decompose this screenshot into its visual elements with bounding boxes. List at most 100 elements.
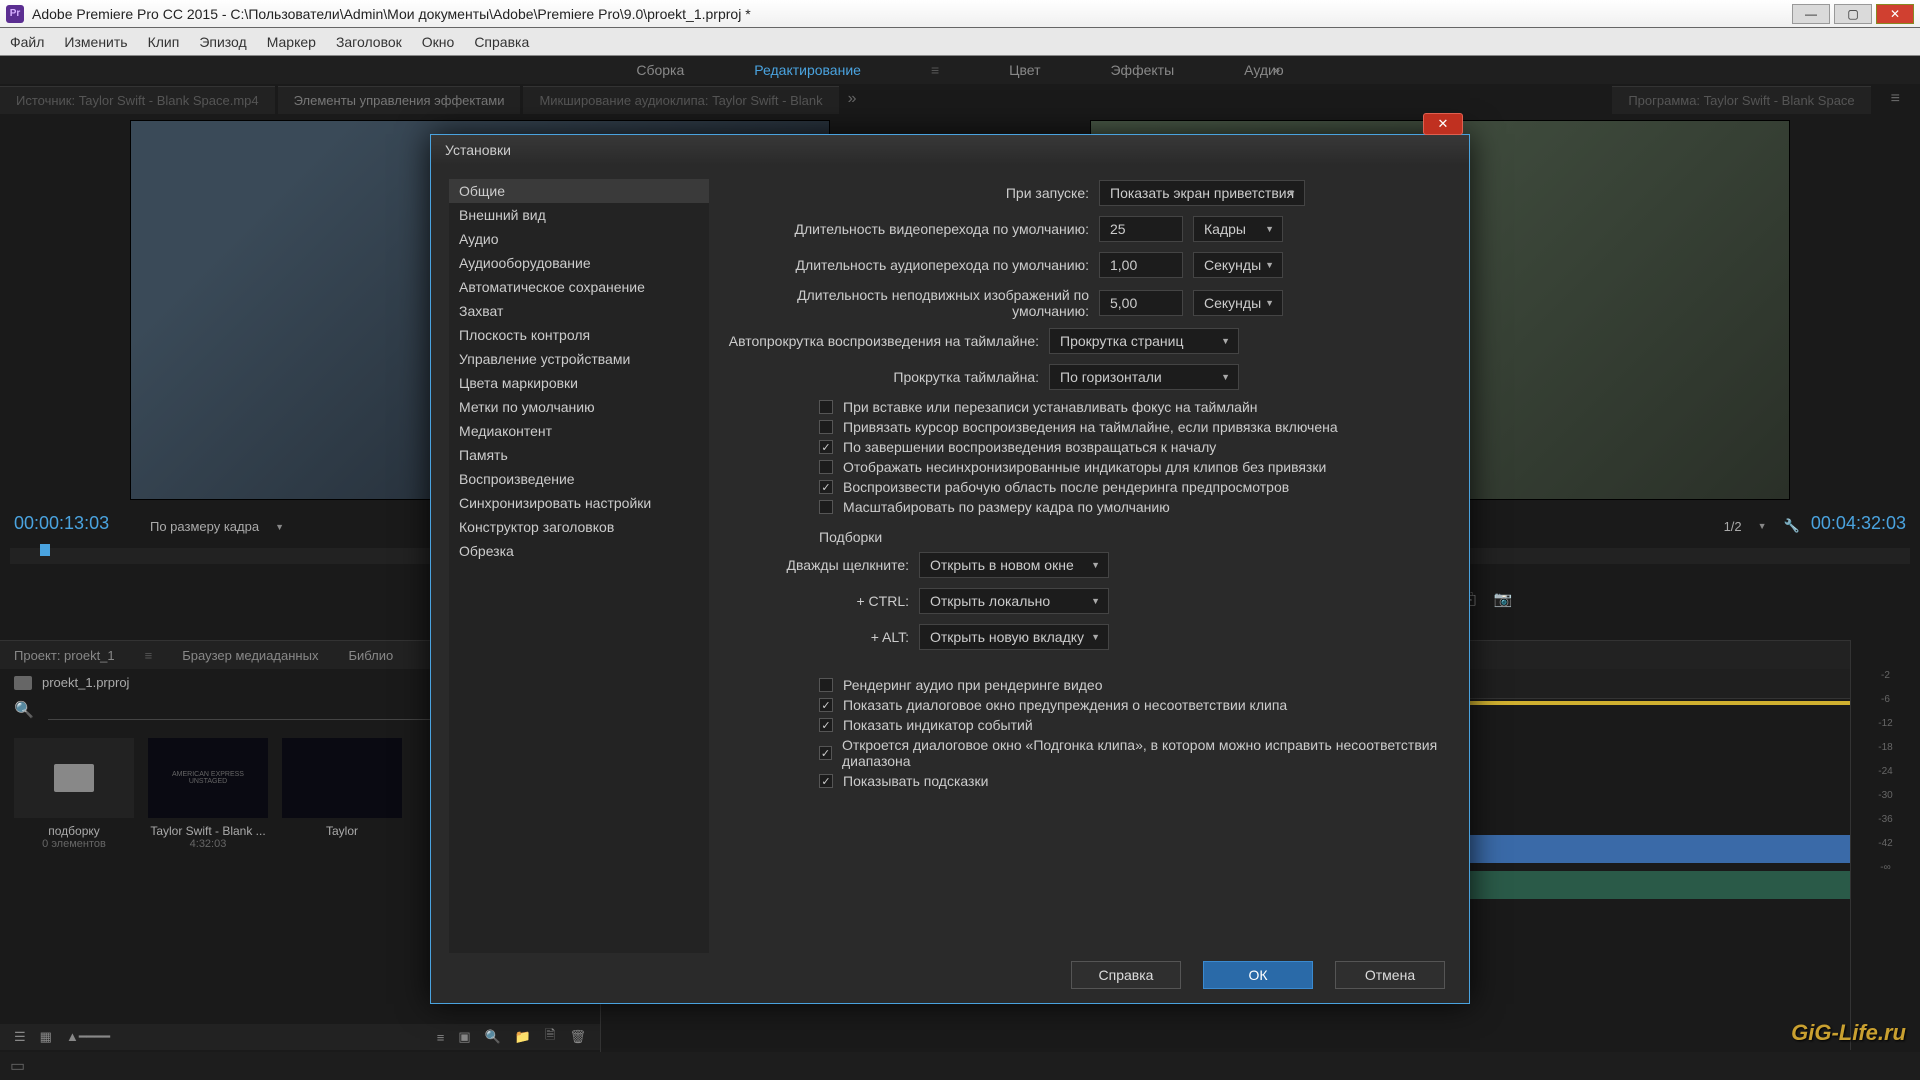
nav-audio[interactable]: Аудио [449, 227, 709, 251]
tab-effect-controls[interactable]: Элементы управления эффектами [278, 86, 521, 114]
nav-control-surface[interactable]: Плоскость контроля [449, 323, 709, 347]
nav-titler[interactable]: Конструктор заголовков [449, 515, 709, 539]
clip-thumb [282, 738, 402, 818]
menu-file[interactable]: Файл [10, 34, 44, 50]
window-title-bar: Pr Adobe Premiere Pro CC 2015 - C:\Польз… [0, 0, 1920, 28]
nav-label-defaults[interactable]: Метки по умолчанию [449, 395, 709, 419]
video-trans-unit-select[interactable]: Кадры [1193, 216, 1283, 242]
nav-autosave[interactable]: Автоматическое сохранение [449, 275, 709, 299]
source-zoom-select[interactable]: По размеру кадра▼ [150, 519, 284, 534]
ctrl-select[interactable]: Открыть локально [919, 588, 1109, 614]
bin-item[interactable]: AMERICAN EXPRESS UNSTAGED Taylor Swift -… [148, 738, 268, 850]
audio-meter: -2 -6 -12 -18 -24 -30 -36 -42 -∞ [1850, 640, 1920, 1050]
chk-return-start[interactable] [819, 440, 833, 454]
bin-item[interactable]: Taylor [282, 738, 402, 850]
sort-icon[interactable]: ≡ [437, 1030, 445, 1045]
workspace-effects[interactable]: Эффекты [1110, 62, 1174, 78]
nav-memory[interactable]: Память [449, 443, 709, 467]
tab-project[interactable]: Проект: proekt_1 [14, 648, 115, 663]
menu-edit[interactable]: Изменить [64, 34, 127, 50]
workspace-overflow-icon[interactable]: » [1273, 63, 1280, 77]
search-icon[interactable]: 🔍 [14, 700, 34, 720]
nav-device-control[interactable]: Управление устройствами [449, 347, 709, 371]
dblclick-select[interactable]: Открыть в новом окне [919, 552, 1109, 578]
nav-appearance[interactable]: Внешний вид [449, 203, 709, 227]
audio-trans-unit-select[interactable]: Секунды [1193, 252, 1283, 278]
tab-source[interactable]: Источник: Taylor Swift - Blank Space.mp4 [0, 86, 275, 114]
bins-section-label: Подборки [819, 529, 1451, 545]
chk-play-after-render[interactable] [819, 480, 833, 494]
project-toolbar: ☰ ▦ ▲━━━━ ≡ ▣ 🔍 📁 🗎 🗑 [0, 1024, 600, 1050]
chk-unsync-indicators[interactable] [819, 460, 833, 474]
tl-scroll-select[interactable]: По горизонтали [1049, 364, 1239, 390]
auto-seq-icon[interactable]: ▣ [458, 1029, 470, 1045]
chk-scale-to-frame[interactable] [819, 500, 833, 514]
panel-tab-row: Источник: Taylor Swift - Blank Space.mp4… [0, 84, 1920, 114]
source-timecode[interactable]: 00:00:13:03 [14, 513, 109, 534]
tab-audio-mixer[interactable]: Микширование аудиоклипа: Taylor Swift - … [523, 86, 838, 114]
chk-render-audio[interactable] [819, 678, 833, 692]
menu-window[interactable]: Окно [422, 34, 455, 50]
autoscroll-select[interactable]: Прокрутка страниц [1049, 328, 1239, 354]
new-bin-icon[interactable]: 📁 [515, 1029, 531, 1045]
nav-general[interactable]: Общие [449, 179, 709, 203]
chk-snap-playhead[interactable] [819, 420, 833, 434]
list-view-icon[interactable]: ☰ [14, 1029, 26, 1045]
tab-media-browser[interactable]: Браузер медиаданных [182, 648, 318, 663]
menu-bar: Файл Изменить Клип Эпизод Маркер Заголов… [0, 28, 1920, 56]
menu-help[interactable]: Справка [474, 34, 529, 50]
menu-sequence[interactable]: Эпизод [199, 34, 246, 50]
status-icon: ▭ [10, 1056, 25, 1076]
tab-program[interactable]: Программа: Taylor Swift - Blank Space [1612, 86, 1870, 114]
alt-select[interactable]: Открыть новую вкладку [919, 624, 1109, 650]
chk-fit-clip-dialog[interactable] [819, 746, 832, 760]
bin-sublabel: 0 элементов [14, 838, 134, 850]
dialog-title: Установки [445, 142, 511, 158]
ok-button[interactable]: ОК [1203, 961, 1313, 989]
nav-audio-hardware[interactable]: Аудиооборудование [449, 251, 709, 275]
bin-item[interactable]: подборку 0 элементов [14, 738, 134, 850]
icon-view-icon[interactable]: ▦ [40, 1029, 52, 1045]
nav-playback[interactable]: Воспроизведение [449, 467, 709, 491]
startup-select[interactable]: Показать экран приветствия [1099, 180, 1305, 206]
workspace-assembly[interactable]: Сборка [636, 62, 684, 78]
workspace-editing[interactable]: Редактирование [754, 62, 861, 78]
alt-label: + ALT: [719, 629, 919, 645]
chk-mismatch-warning[interactable] [819, 698, 833, 712]
nav-capture[interactable]: Захват [449, 299, 709, 323]
cancel-button[interactable]: Отмена [1335, 961, 1445, 989]
bin-label: Taylor Swift - Blank ... [148, 824, 268, 838]
window-close-button[interactable]: ✕ [1876, 4, 1914, 24]
dialog-close-button[interactable]: ✕ [1423, 113, 1463, 135]
new-item-icon[interactable]: 🗎 [545, 1026, 555, 1048]
workspace-color[interactable]: Цвет [1009, 62, 1040, 78]
nav-label-colors[interactable]: Цвета маркировки [449, 371, 709, 395]
still-unit-select[interactable]: Секунды [1193, 290, 1283, 316]
maximize-button[interactable]: ▢ [1834, 4, 1872, 24]
menu-title[interactable]: Заголовок [336, 34, 402, 50]
minimize-button[interactable]: — [1792, 4, 1830, 24]
video-trans-input[interactable]: 25 [1099, 216, 1183, 242]
tab-libraries[interactable]: Библио [348, 648, 393, 663]
export-frame-icon[interactable]: 📷 [1494, 590, 1513, 608]
trash-icon[interactable]: 🗑 [569, 1029, 586, 1045]
dialog-footer: Справка ОК Отмена [1071, 961, 1445, 989]
workspace-bar: Сборка Редактирование≡ Цвет Эффекты Ауди… [0, 56, 1920, 84]
nav-sync-settings[interactable]: Синхронизировать настройки [449, 491, 709, 515]
program-zoom-select[interactable]: 1/2▼ 🔧 [1724, 518, 1800, 534]
help-button[interactable]: Справка [1071, 961, 1181, 989]
chk-event-indicator[interactable] [819, 718, 833, 732]
still-input[interactable]: 5,00 [1099, 290, 1183, 316]
find-icon[interactable]: 🔍 [485, 1029, 501, 1045]
chk-tooltips[interactable] [819, 774, 833, 788]
zoom-slider[interactable]: ▲━━━━ [66, 1029, 110, 1045]
nav-media[interactable]: Медиаконтент [449, 419, 709, 443]
nav-trim[interactable]: Обрезка [449, 539, 709, 563]
watermark: GiG-Life.ru [1791, 1020, 1906, 1046]
menu-clip[interactable]: Клип [148, 34, 180, 50]
program-timecode[interactable]: 00:04:32:03 [1811, 513, 1906, 534]
audio-trans-input[interactable]: 1,00 [1099, 252, 1183, 278]
bin-icon[interactable] [14, 676, 32, 690]
menu-marker[interactable]: Маркер [267, 34, 316, 50]
chk-focus-timeline[interactable] [819, 400, 833, 414]
